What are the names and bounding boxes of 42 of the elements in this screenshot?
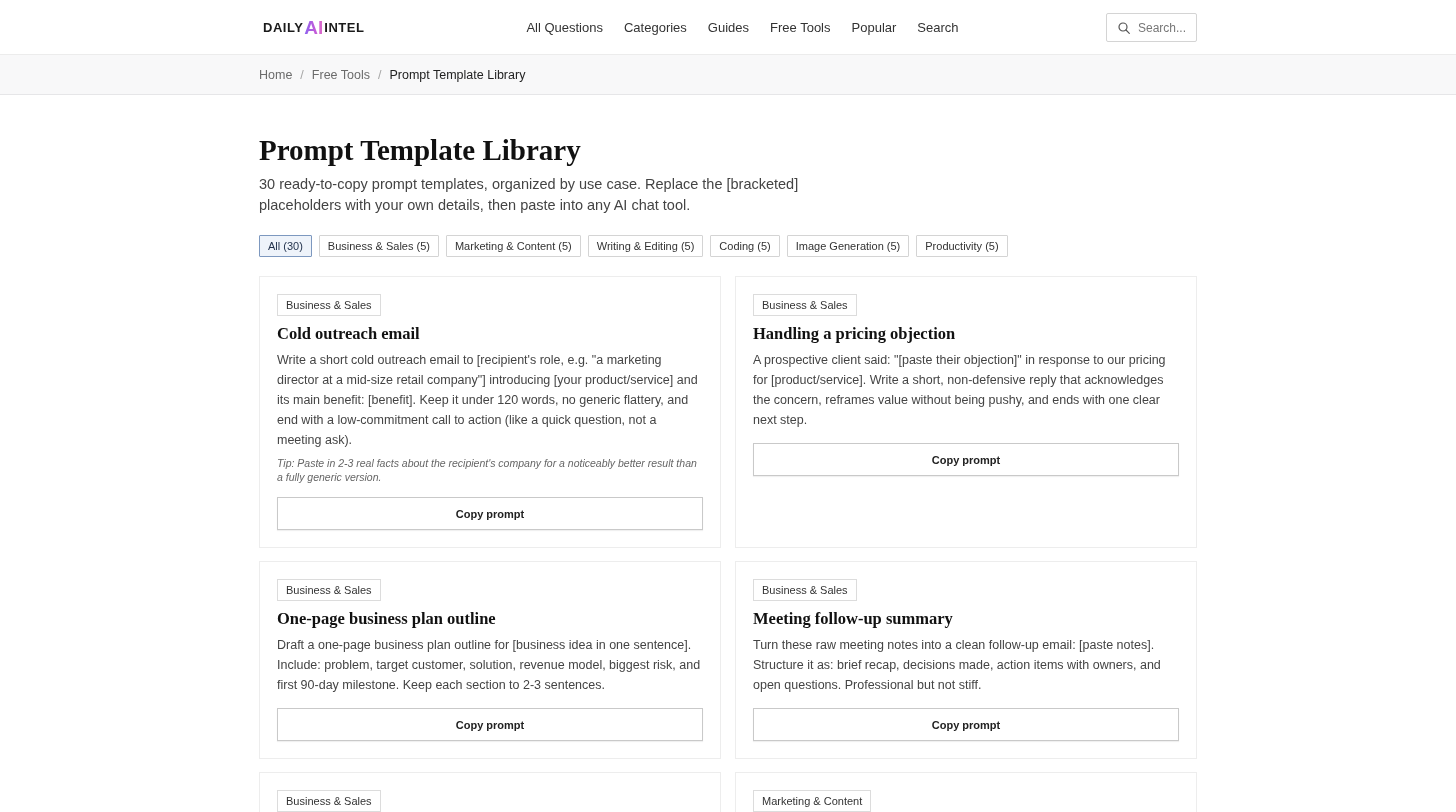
filter-chip[interactable]: All (30) [259, 235, 312, 257]
prompt-text: Draft a one-page business plan outline for [business idea in one sentence]. Include: problem, target customer, solution, revenue model, biggest risk, and first 90-day milestone. Keep each section to 2-3 sentences. [277, 637, 702, 694]
breadcrumb-separator: / [377, 67, 382, 82]
page-title: Prompt Template Library [259, 133, 581, 167]
category-tag: Business & Sales [277, 790, 381, 812]
breadcrumb-link[interactable]: Free Tools [311, 67, 370, 82]
card-title: Meeting follow-up summary [753, 609, 953, 629]
category-tag: Business & Sales [277, 579, 381, 601]
prompt-text: A prospective client said: "[paste their objection]" in response to our pricing for [product/service]. Write a short, non-defensive reply that acknowledges the concern, reframes value without being pushy, and ends with one clear next step. [753, 352, 1167, 429]
category-tag: Business & Sales [753, 294, 857, 316]
card-title: One-page business plan outline [277, 609, 496, 629]
nav-link[interactable]: Guides [707, 20, 750, 35]
search-field[interactable]: Search... [1106, 13, 1197, 42]
filter-chip[interactable]: Writing & Editing (5) [587, 235, 704, 257]
copy-prompt-button[interactable]: Copy prompt [753, 708, 1179, 741]
copy-prompt-button[interactable]: Copy prompt [753, 443, 1179, 476]
nav-link[interactable]: Search [917, 20, 959, 35]
filter-chip[interactable]: Coding (5) [710, 235, 780, 257]
prompt-text: Write a short cold outreach email to [recipient's role, e.g. "a marketing director at a mid-size retail company"] introducing [your product/service] and its main benefit: [benefit]. Keep it under 120 words, no generic flattery, and end with a low-commitment call to action (like a quick question, not a meeting ask). [277, 352, 699, 449]
card-title: Handling a pricing objection [753, 324, 956, 344]
breadcrumb-link[interactable]: Home [259, 67, 293, 82]
copy-prompt-button[interactable]: Copy prompt [277, 497, 703, 530]
card-title: Cold outreach email [277, 324, 420, 344]
prompt-text: Turn these raw meeting notes into a clean follow-up email: [paste notes]. Structure it as: brief recap, decisions made, action items with owners, and open questions. Professional but not stiff. [753, 637, 1162, 694]
category-tag: Business & Sales [277, 294, 381, 316]
category-tag: Business & Sales [753, 579, 857, 601]
category-tag: Marketing & Content [753, 790, 872, 812]
filter-chip[interactable]: Image Generation (5) [786, 235, 910, 257]
nav-link[interactable]: Free Tools [770, 20, 831, 35]
breadcrumb-current: Prompt Template Library [389, 67, 526, 82]
filter-chip[interactable]: Productivity (5) [916, 235, 1008, 257]
site-logo[interactable]: DAILYAI INTEL [263, 16, 365, 39]
search-icon [1118, 21, 1130, 34]
nav-link[interactable]: Categories [623, 20, 687, 35]
nav-link[interactable]: Popular [851, 20, 897, 35]
breadcrumb-separator: / [300, 67, 304, 82]
filter-chip[interactable]: Marketing & Content (5) [445, 235, 581, 257]
filter-chip[interactable]: Business & Sales (5) [318, 235, 439, 257]
tip-text: Tip: Paste in 2-3 real facts about the recipient's company for a noticeably better result than a fully generic version. [277, 456, 698, 484]
page-description: 30 ready-to-copy prompt templates, organized by use case. Replace the [bracketed] placeholders with your own details, then paste into any AI chat tool. [259, 175, 800, 215]
copy-prompt-button[interactable]: Copy prompt [277, 708, 703, 741]
nav-link[interactable]: All Questions [526, 20, 603, 35]
